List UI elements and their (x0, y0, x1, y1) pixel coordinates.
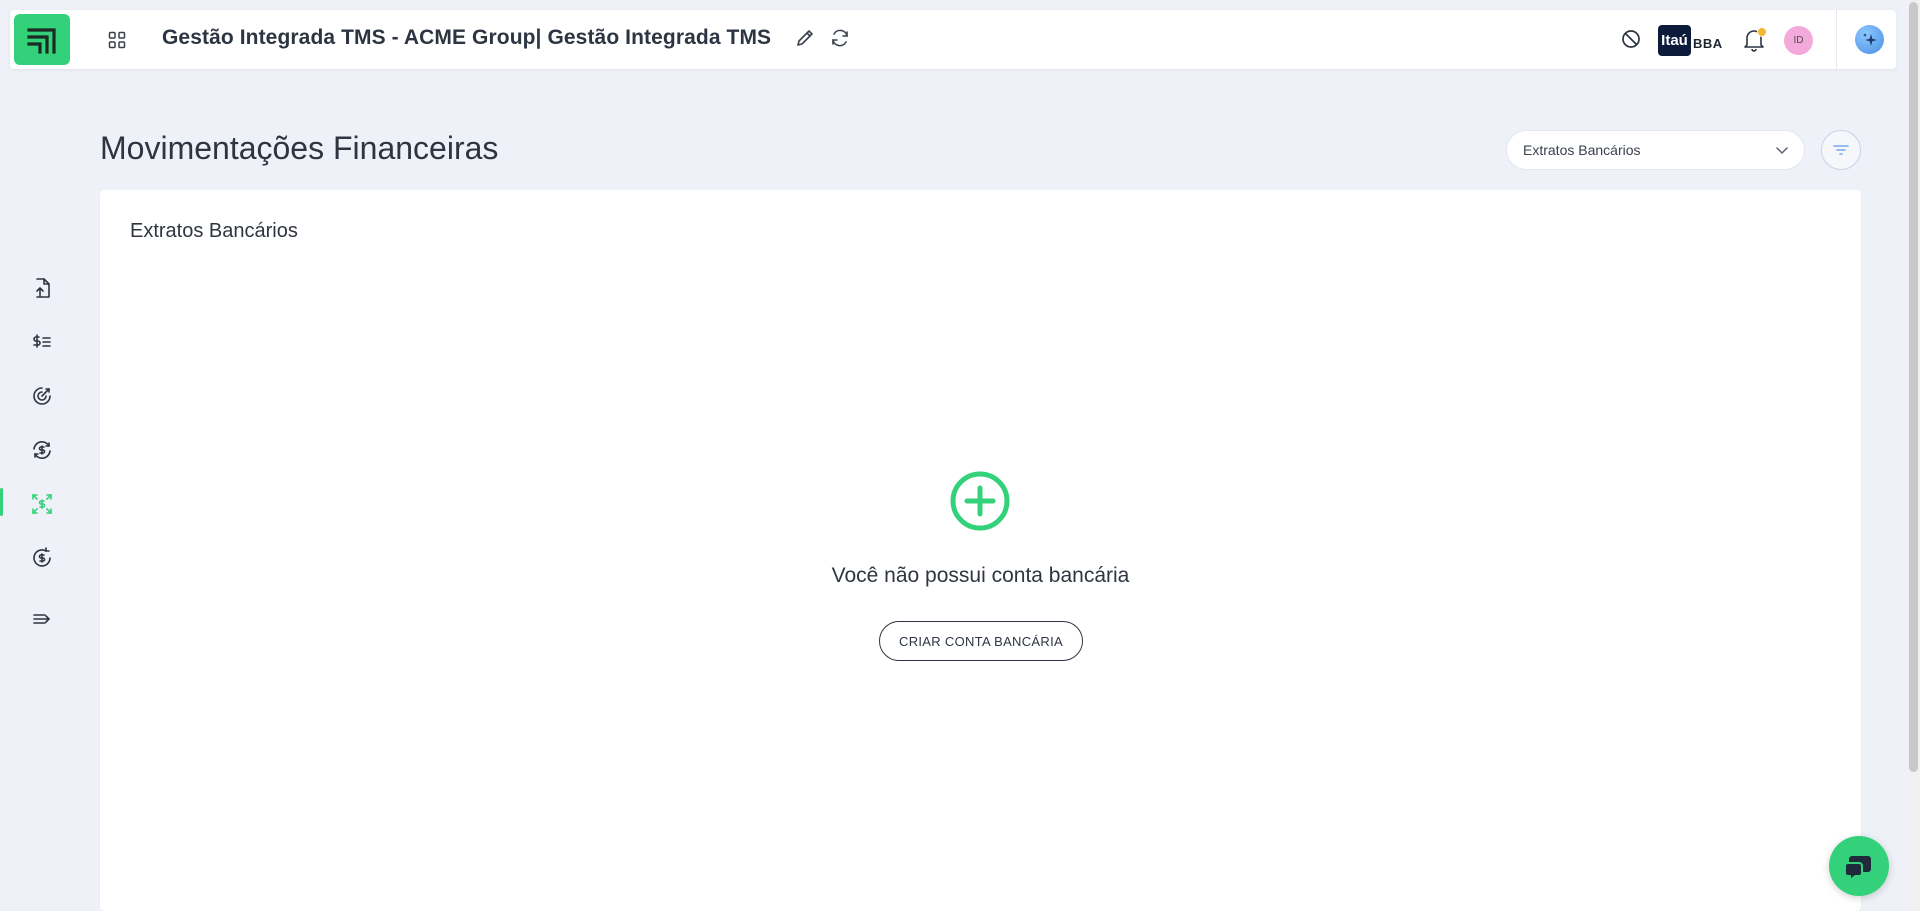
card-title: Extratos Bancários (130, 220, 298, 242)
app-title: Gestão Integrada TMS - ACME Group| Gestã… (162, 26, 772, 49)
page-title: Movimentações Financeiras (100, 130, 499, 166)
header-divider (1836, 10, 1837, 69)
block-icon[interactable] (1620, 28, 1642, 50)
create-bank-account-button[interactable]: CRIAR CONTA BANCÁRIA (879, 621, 1083, 661)
bank-mark: Itaú (1658, 25, 1691, 56)
collapse-menu-icon[interactable] (22, 599, 62, 639)
grid-apps-icon[interactable] (106, 29, 128, 51)
bank-logo: Itaú BBA (1658, 25, 1723, 56)
dollar-list-icon[interactable] (22, 322, 62, 362)
bank-statements-card: Extratos Bancários Você não possui conta… (100, 190, 1861, 911)
top-bar: Gestão Integrada TMS - ACME Group| Gestã… (10, 10, 1896, 69)
chevron-down-icon (1774, 142, 1790, 161)
sidebar-active-indicator (0, 488, 3, 516)
dollar-exchange-icon[interactable] (22, 430, 62, 470)
empty-state-message: Você não possui conta bancária (831, 564, 1130, 587)
view-select-value: Extratos Bancários (1523, 142, 1641, 158)
filter-button[interactable] (1821, 130, 1861, 170)
scrollbar-thumb[interactable] (1909, 2, 1918, 772)
pencil-icon[interactable] (794, 27, 816, 49)
chat-icon (1846, 856, 1871, 878)
notification-dot (1757, 27, 1767, 37)
sparkle-icon[interactable] (1855, 25, 1884, 54)
file-upload-icon[interactable] (22, 268, 62, 308)
target-icon[interactable] (22, 376, 62, 416)
brand-logo-icon[interactable] (14, 14, 70, 65)
filter-icon (1833, 145, 1849, 155)
add-circle-icon[interactable] (949, 470, 1011, 532)
bell-icon[interactable] (1743, 27, 1767, 53)
avatar[interactable]: ID (1784, 26, 1813, 55)
dollar-expand-icon[interactable] (22, 484, 62, 524)
bank-suffix: BBA (1693, 36, 1723, 51)
view-select[interactable]: Extratos Bancários (1506, 130, 1805, 170)
refresh-icon[interactable] (829, 27, 851, 49)
chat-button[interactable] (1829, 836, 1889, 896)
dollar-refresh-icon[interactable] (22, 538, 62, 578)
